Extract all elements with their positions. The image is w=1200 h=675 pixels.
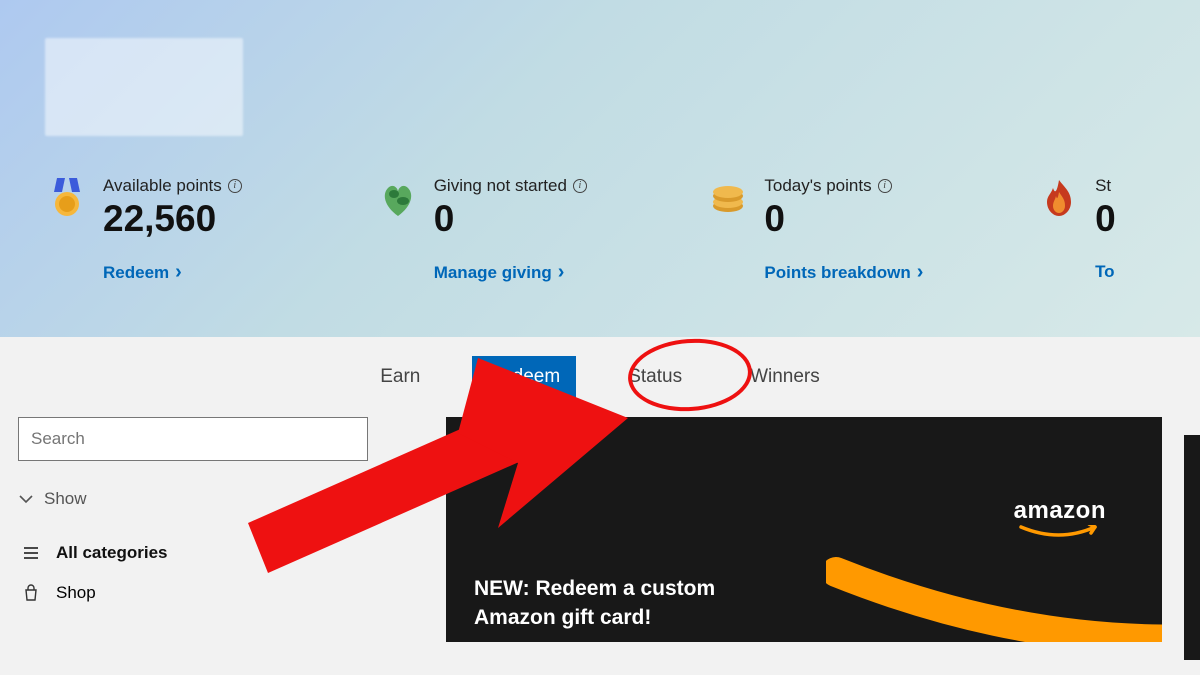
hero-banner: Available points 22,560 Redeem Giving no… (0, 0, 1200, 337)
info-icon[interactable] (228, 179, 242, 193)
tab-winners[interactable]: Winners (734, 356, 836, 398)
manage-giving-link[interactable]: Manage giving (434, 262, 587, 283)
card-headline: NEW: Redeem a custom Amazon gift card! (474, 575, 715, 632)
chevron-right-icon (558, 262, 565, 283)
category-label: All categories (56, 543, 168, 563)
sidebar: Show All categories Shop (18, 417, 386, 675)
medal-icon (45, 176, 89, 220)
amazon-wordmark: amazon (1014, 497, 1106, 525)
tab-status[interactable]: Status (612, 356, 698, 398)
reward-card-amazon[interactable]: amazon NEW: Redeem a custom Amazon gift … (446, 417, 1162, 642)
stat-value: 0 (764, 198, 923, 240)
stat-todays-points: Today's points 0 Points breakdown (706, 176, 1037, 283)
tab-earn[interactable]: Earn (364, 356, 436, 398)
tab-redeem[interactable]: Redeem (472, 356, 576, 398)
bag-icon (20, 584, 42, 602)
tab-nav: Earn Redeem Status Winners (0, 337, 1200, 417)
stat-available-points: Available points 22,560 Redeem (45, 176, 376, 283)
next-card-peek[interactable] (1184, 435, 1200, 660)
chevron-down-icon (18, 491, 34, 507)
amazon-logo: amazon (1014, 497, 1106, 539)
earth-heart-icon (376, 176, 420, 220)
category-shop[interactable]: Shop (18, 573, 386, 613)
flame-icon (1037, 176, 1081, 220)
stat-value: 22,560 (103, 198, 242, 240)
streak-link[interactable]: To (1095, 262, 1116, 282)
stat-value: 0 (1095, 198, 1116, 240)
stat-label: Today's points (764, 176, 871, 196)
show-label: Show (44, 489, 87, 509)
chevron-right-icon (917, 262, 924, 283)
points-breakdown-link[interactable]: Points breakdown (764, 262, 923, 283)
stat-giving: Giving not started 0 Manage giving (376, 176, 707, 283)
amazon-smile-icon (1019, 525, 1101, 539)
redeem-content: Show All categories Shop amazon (0, 417, 1200, 675)
category-all[interactable]: All categories (18, 533, 386, 573)
info-icon[interactable] (573, 179, 587, 193)
stats-row: Available points 22,560 Redeem Giving no… (45, 176, 1200, 283)
info-icon[interactable] (878, 179, 892, 193)
stat-label: St (1095, 176, 1111, 196)
stat-label: Giving not started (434, 176, 567, 196)
redeem-link[interactable]: Redeem (103, 262, 242, 283)
category-list: All categories Shop (18, 533, 386, 613)
show-toggle[interactable]: Show (18, 489, 386, 509)
amazon-swoosh-icon (826, 532, 1162, 642)
category-label: Shop (56, 583, 96, 603)
list-icon (20, 544, 42, 562)
stat-label: Available points (103, 176, 222, 196)
coins-icon (706, 176, 750, 220)
redacted-logo-area (45, 38, 243, 136)
stat-value: 0 (434, 198, 587, 240)
stat-streak: St 0 To (1037, 176, 1200, 283)
search-input[interactable] (18, 417, 368, 461)
chevron-right-icon (175, 262, 182, 283)
